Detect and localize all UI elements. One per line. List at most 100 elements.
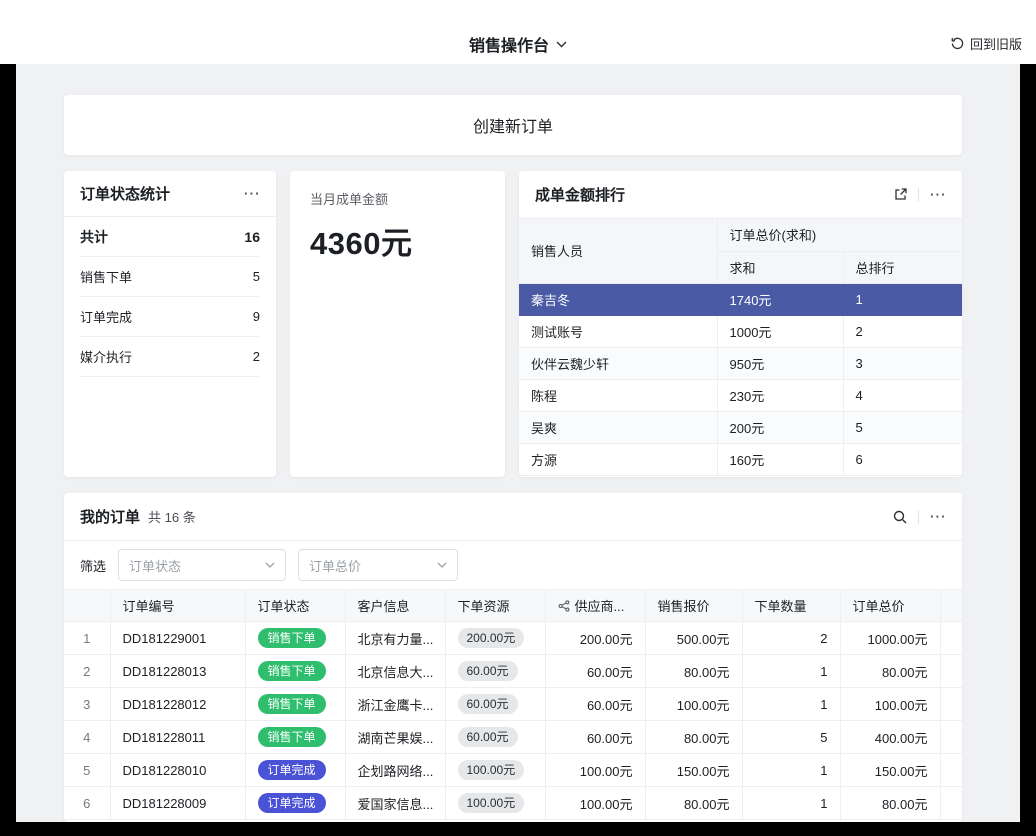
ranking-row[interactable]: 伙伴云魏少轩 950元 3 [519,347,962,379]
select-placeholder: 订单状态 [129,556,181,575]
row-index: 5 [64,754,110,787]
col-qty: 下单数量 [742,590,840,622]
order-row[interactable]: 4 DD181228011 销售下单 湖南芒果娱... 60.00元 60.00… [64,721,962,754]
orders-count: 共 16 条 [148,507,196,526]
filters-row: 筛选 订单状态 订单总价 [64,541,962,589]
order-row[interactable]: 1 DD181229001 销售下单 北京有力量... 200.00元 200.… [64,622,962,655]
rank-cell: 2 [843,315,962,347]
status-value: 16 [244,229,260,245]
order-total-filter-select[interactable]: 订单总价 [298,549,458,581]
status-value: 9 [253,309,260,324]
status-value: 2 [253,349,260,364]
person-cell: 测试账号 [519,315,717,347]
resource-badge: 200.00元 [458,628,525,648]
restore-icon [950,36,965,51]
customer-cell: 湖南芒果娱... [345,721,445,754]
col-rank: 总排行 [843,251,962,283]
ranking-row[interactable]: 吴爽 200元 5 [519,411,962,443]
row-index: 6 [64,787,110,820]
row-index: 1 [64,622,110,655]
top-bar: 销售操作台 回到旧版 [0,0,1036,64]
amount-label: 当月成单金额 [310,189,485,208]
divider [918,510,919,524]
customer-cell: 浙江金鹰卡... [345,688,445,721]
order-row[interactable]: 3 DD181228012 销售下单 浙江金鹰卡... 60.00元 60.00… [64,688,962,721]
my-orders-card: 我的订单 共 16 条 ⋯ 筛选 订单状态 订单总价 [64,493,962,822]
supplier-cell: 60.00元 [545,688,645,721]
order-row[interactable]: 5 DD181228010 订单完成 企划路网络... 100.00元 100.… [64,754,962,787]
qty-cell: 1 [742,787,840,820]
person-cell: 陈程 [519,379,717,411]
row-index: 2 [64,655,110,688]
sum-cell: 950元 [717,347,843,379]
workspace-switcher[interactable]: 销售操作台 [0,32,1036,56]
status-row-total[interactable]: 共计 16 [80,217,260,257]
status-value: 5 [253,269,260,284]
order-no-cell: DD181228011 [110,721,245,754]
row-index: 4 [64,721,110,754]
order-row[interactable]: 2 DD181228013 销售下单 北京信息大... 60.00元 60.00… [64,655,962,688]
page-title: 销售操作台 [469,32,549,56]
more-icon[interactable]: ⋯ [243,185,260,202]
status-label: 销售下单 [80,267,132,286]
more-icon[interactable]: ⋯ [929,508,946,525]
order-no-cell: DD181229001 [110,622,245,655]
col-order-no: 订单编号 [110,590,245,622]
ranking-row[interactable]: 测试账号 1000元 2 [519,315,962,347]
more-icon[interactable]: ⋯ [929,186,946,203]
amount-value: 4360元 [310,218,485,263]
customer-cell: 北京有力量... [345,622,445,655]
stats-row: 订单状态统计 ⋯ 共计 16 销售下单 5 订单完成 9 媒介执行 2 [64,171,962,477]
qty-cell: 1 [742,754,840,787]
supplier-cell: 100.00元 [545,787,645,820]
person-cell: 秦吉冬 [519,283,717,315]
rank-cell: 6 [843,443,962,475]
person-cell: 吴爽 [519,411,717,443]
sum-cell: 230元 [717,379,843,411]
orders-title: 我的订单 [80,506,140,527]
status-row[interactable]: 订单完成 9 [80,297,260,337]
ranking-row-selected[interactable]: 秦吉冬 1740元 1 [519,283,962,315]
sum-cell: 200元 [717,411,843,443]
back-link-label: 回到旧版 [970,34,1022,53]
col-supplier: 供应商... [545,590,645,622]
quote-cell: 80.00元 [645,721,742,754]
order-status-filter-select[interactable]: 订单状态 [118,549,286,581]
ranking-card: 成单金额排行 ⋯ 销售人员 订单总价(求和) 求和 [519,171,962,477]
chevron-down-icon [265,562,275,568]
col-total: 订单总价 [840,590,940,622]
resource-badge: 60.00元 [458,661,518,681]
col-extra [940,590,962,622]
quote-cell: 500.00元 [645,622,742,655]
search-icon[interactable] [892,509,908,525]
order-no-cell: DD181228012 [110,688,245,721]
ranking-row[interactable]: 方源 160元 6 [519,443,962,475]
supplier-cell: 60.00元 [545,655,645,688]
total-cell: 80.00元 [840,655,940,688]
col-status: 订单状态 [245,590,345,622]
relation-icon [558,600,570,612]
order-row[interactable]: 6 DD181228009 订单完成 爱国家信息... 100.00元 100.… [64,787,962,820]
status-label: 订单完成 [80,307,132,326]
status-card-title: 订单状态统计 [80,183,170,204]
status-badge: 销售下单 [258,628,326,648]
col-index [64,590,110,622]
back-to-old-version-link[interactable]: 回到旧版 [950,34,1022,53]
resource-badge: 60.00元 [458,694,518,714]
supplier-cell: 60.00元 [545,721,645,754]
status-label: 共计 [80,227,108,247]
order-status-card: 订单状态统计 ⋯ 共计 16 销售下单 5 订单完成 9 媒介执行 2 [64,171,276,477]
total-cell: 100.00元 [840,688,940,721]
total-cell: 1000.00元 [840,622,940,655]
customer-cell: 北京信息大... [345,655,445,688]
person-cell: 方源 [519,443,717,475]
create-order-button[interactable]: 创建新订单 [64,95,962,155]
chevron-down-icon [556,41,567,48]
ranking-row[interactable]: 陈程 230元 4 [519,379,962,411]
sum-cell: 1740元 [717,283,843,315]
export-icon[interactable] [893,187,908,202]
resource-badge: 60.00元 [458,727,518,747]
status-row[interactable]: 媒介执行 2 [80,337,260,377]
rank-cell: 1 [843,283,962,315]
status-row[interactable]: 销售下单 5 [80,257,260,297]
